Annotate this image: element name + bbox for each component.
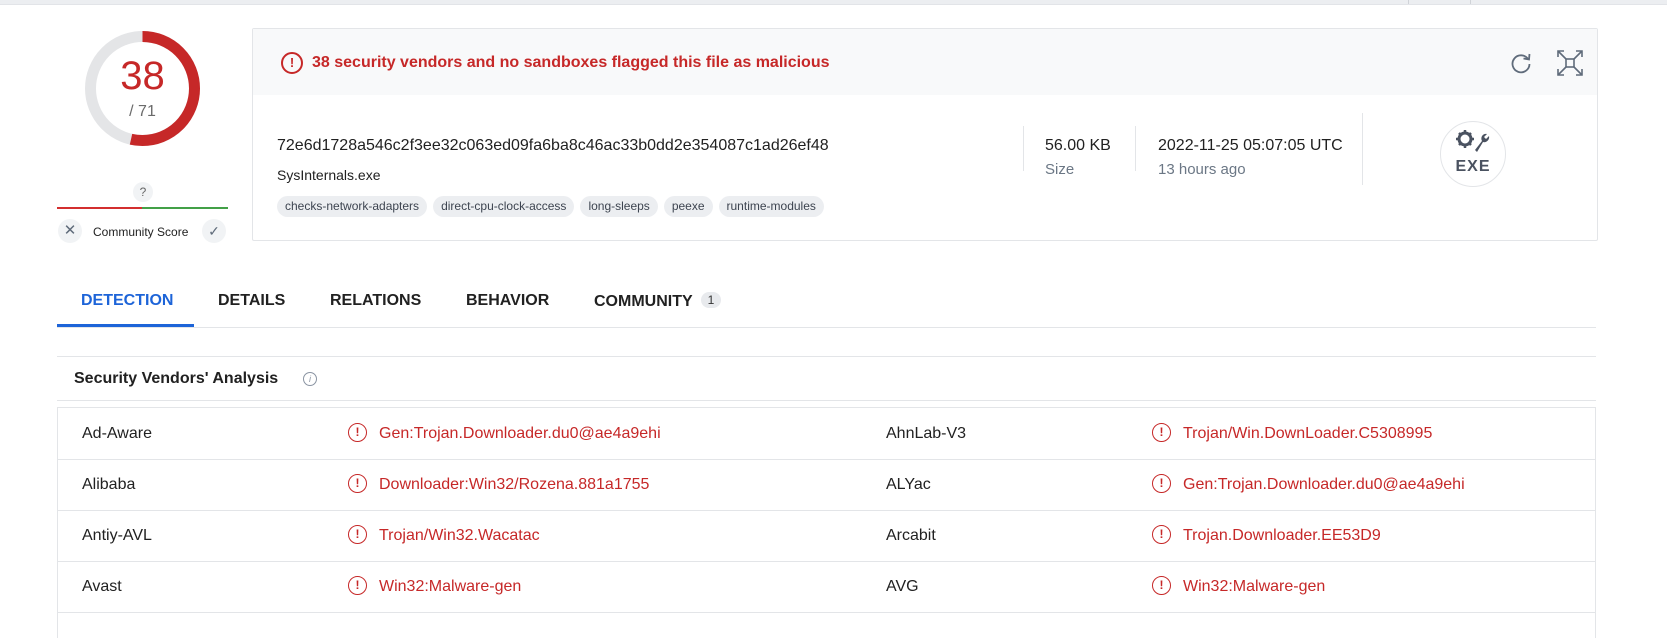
alert-circle-icon: !	[348, 474, 367, 493]
vendor-results-table: Ad-Aware ! Gen:Trojan.Downloader.du0@ae4…	[57, 407, 1596, 638]
detection-score-dial: 38 / 71	[80, 26, 205, 151]
tag[interactable]: runtime-modules	[718, 196, 824, 217]
tag[interactable]: long-sleeps	[580, 196, 658, 217]
exe-file-type-icon: EXE	[1440, 121, 1506, 187]
close-icon: ✕	[63, 222, 77, 239]
tab-details[interactable]: DETAILS	[218, 292, 285, 310]
alert-circle-icon: !	[348, 525, 367, 544]
vendor-result: Win32:Malware-gen	[379, 578, 522, 595]
file-size-label: Size	[1045, 161, 1075, 178]
alert-circle-icon: !	[1152, 525, 1171, 544]
alert-circle-icon: !	[1152, 576, 1171, 595]
info-icon[interactable]: i	[303, 372, 317, 386]
file-name: SysInternals.exe	[277, 167, 381, 183]
tag[interactable]: direct-cpu-clock-access	[433, 196, 575, 217]
analysis-date-relative: 13 hours ago	[1158, 161, 1246, 178]
file-type-label: EXE	[1455, 158, 1491, 175]
community-bar-harmless	[142, 207, 228, 209]
divider	[1135, 126, 1136, 171]
community-count-badge: 1	[700, 292, 722, 308]
top-strip-divider	[1408, 0, 1409, 4]
community-score-value: ?	[133, 182, 153, 202]
file-summary-card: ! 38 security vendors and no sandboxes f…	[252, 28, 1598, 241]
vendor-result: Gen:Trojan.Downloader.du0@ae4a9ehi	[379, 425, 661, 442]
vendor-name: Alibaba	[82, 476, 136, 493]
tabs-divider	[57, 327, 1596, 328]
gear-wrench-icon	[1456, 130, 1490, 152]
alert-circle-icon: !	[281, 52, 303, 74]
alert-circle-icon: !	[348, 576, 367, 595]
vendors-section-title: Security Vendors' Analysis	[74, 370, 279, 387]
vendor-result: Trojan/Win32.Wacatac	[379, 527, 540, 544]
vendor-name: Avast	[82, 578, 122, 595]
top-strip	[0, 0, 1667, 5]
divider	[57, 356, 1596, 357]
divider	[57, 400, 1596, 401]
community-score-label: Community Score	[93, 225, 189, 239]
vote-harmless-button[interactable]: ✓	[202, 219, 226, 243]
alert-circle-icon: !	[1152, 423, 1171, 442]
tab-relations[interactable]: RELATIONS	[330, 292, 421, 310]
detection-alert-banner: ! 38 security vendors and no sandboxes f…	[253, 29, 1597, 95]
vendor-name: Arcabit	[886, 527, 936, 544]
analysis-date-value: 2022-11-25 05:07:05 UTC	[1158, 137, 1343, 154]
table-row: Avast ! Win32:Malware-gen AVG ! Win32:Ma…	[58, 561, 1595, 613]
table-row: Antiy-AVL ! Trojan/Win32.Wacatac Arcabit…	[58, 510, 1595, 562]
vendor-result: Downloader:Win32/Rozena.881a1755	[379, 476, 650, 493]
divider	[1362, 113, 1363, 185]
tag[interactable]: checks-network-adapters	[277, 196, 428, 217]
alert-circle-icon: !	[1152, 474, 1171, 493]
detection-count: 38	[120, 54, 165, 98]
tab-community[interactable]: COMMUNITY 1	[594, 292, 722, 311]
tab-community-label: COMMUNITY	[594, 293, 693, 310]
vendor-name: Ad-Aware	[82, 425, 152, 442]
graph-expand-icon[interactable]	[1555, 48, 1585, 78]
vote-malicious-button[interactable]: ✕	[58, 219, 82, 243]
vendor-result: Win32:Malware-gen	[1183, 578, 1326, 595]
alert-circle-icon: !	[348, 423, 367, 442]
community-bar-malicious	[57, 207, 142, 209]
vendor-name: Antiy-AVL	[82, 527, 152, 544]
file-size-value: 56.00 KB	[1045, 137, 1111, 154]
table-row: Ad-Aware ! Gen:Trojan.Downloader.du0@ae4…	[58, 408, 1595, 460]
reload-icon[interactable]	[1508, 50, 1534, 76]
vendor-name: AVG	[886, 578, 919, 595]
vendor-name: ALYac	[886, 476, 931, 493]
tab-detection[interactable]: DETECTION	[81, 292, 173, 310]
vendor-result: Trojan/Win.DownLoader.C5308995	[1183, 425, 1433, 442]
vendor-result: Gen:Trojan.Downloader.du0@ae4a9ehi	[1183, 476, 1465, 493]
divider	[1023, 126, 1024, 171]
vendor-result: Trojan.Downloader.EE53D9	[1183, 527, 1381, 544]
file-hash[interactable]: 72e6d1728a546c2f3ee32c063ed09fa6ba8c46ac…	[277, 137, 829, 155]
tag[interactable]: peexe	[663, 196, 713, 217]
top-strip-divider	[1470, 0, 1471, 4]
tab-behavior[interactable]: BEHAVIOR	[466, 292, 549, 310]
vendor-name: AhnLab-V3	[886, 425, 967, 442]
file-tags: checks-network-adapters direct-cpu-clock…	[277, 196, 824, 217]
engine-total: / 71	[129, 103, 156, 120]
check-icon: ✓	[208, 223, 220, 239]
table-row: Alibaba ! Downloader:Win32/Rozena.881a17…	[58, 459, 1595, 511]
detection-alert-text: 38 security vendors and no sandboxes fla…	[312, 54, 830, 71]
